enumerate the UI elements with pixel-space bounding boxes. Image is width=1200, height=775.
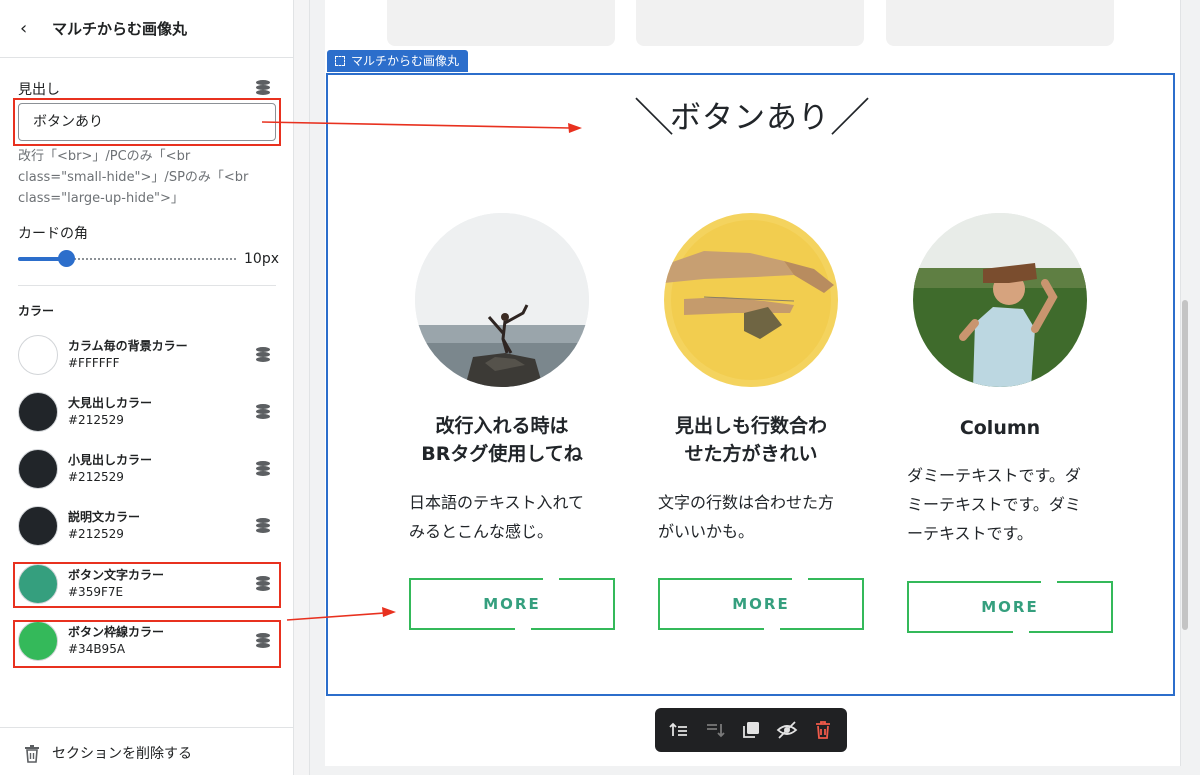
annotation-arrows: [261, 121, 582, 621]
